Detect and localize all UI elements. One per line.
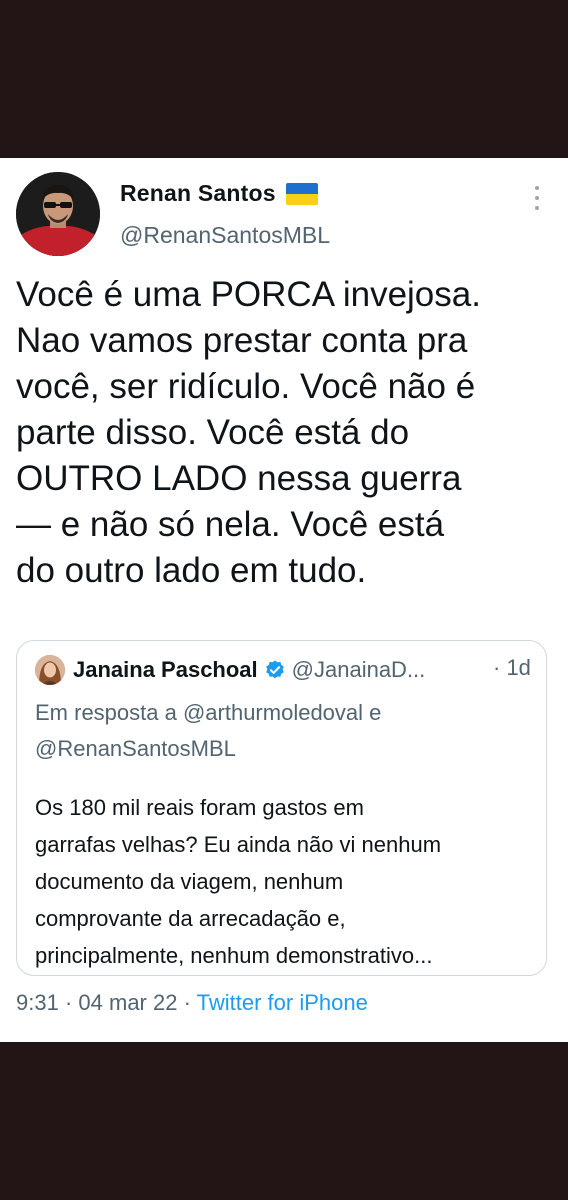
- tweet-time[interactable]: 9:31: [16, 990, 59, 1015]
- tweet-card: Renan Santos @RenanSantosMBL Você é uma …: [0, 158, 568, 1042]
- author-name-row: Renan Santos: [120, 180, 318, 207]
- more-options-icon[interactable]: [528, 186, 546, 210]
- quoted-author-avatar[interactable]: [35, 655, 65, 685]
- tweet-source[interactable]: Twitter for iPhone: [197, 990, 368, 1015]
- author-name[interactable]: Renan Santos: [120, 180, 276, 207]
- tweet-text: Você é uma PORCA invejosa. Nao vamos pre…: [16, 275, 481, 590]
- quoted-tweet[interactable]: Janaina Paschoal @JanainaD... · 1d Em re…: [16, 640, 547, 976]
- avatar-image: [16, 172, 100, 256]
- quoted-author-name[interactable]: Janaina Paschoal: [73, 657, 258, 683]
- verified-badge-icon: [265, 660, 284, 679]
- quoted-author-handle[interactable]: @JanainaD...: [292, 657, 426, 683]
- meta-separator: ·: [183, 990, 191, 1015]
- quoted-avatar-image: [35, 655, 65, 685]
- reply-context[interactable]: Em resposta a @arthurmoledoval e @RenanS…: [35, 695, 535, 767]
- quoted-tweet-header: Janaina Paschoal @JanainaD... · 1d: [35, 655, 535, 685]
- author-avatar[interactable]: [16, 172, 100, 256]
- ukraine-flag-icon: [285, 182, 318, 205]
- tweet-date[interactable]: 04 mar 22: [78, 990, 177, 1015]
- tweet-metadata: 9:31 · 04 mar 22 · Twitter for iPhone: [16, 990, 368, 1016]
- meta-separator: ·: [64, 990, 73, 1015]
- author-handle[interactable]: @RenanSantosMBL: [120, 222, 330, 249]
- quoted-time: · 1d: [493, 655, 531, 680]
- quoted-tweet-text: Os 180 mil reais foram gastos em garrafa…: [35, 795, 442, 968]
